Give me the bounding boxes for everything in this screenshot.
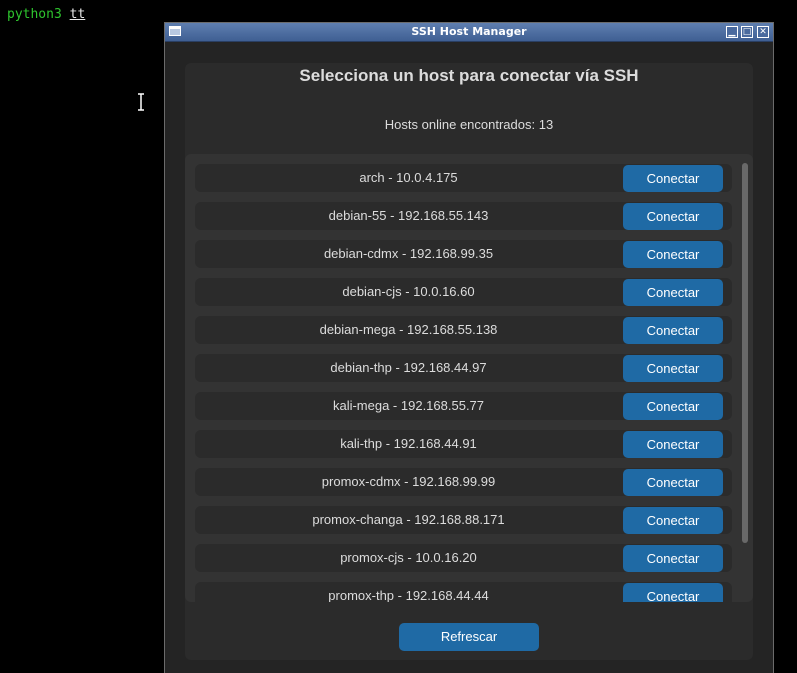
hosts-count-label: Hosts online encontrados: 13	[384, 117, 554, 132]
connect-button[interactable]: Conectar	[623, 279, 723, 306]
host-label: debian-cjs - 10.0.16.60	[342, 284, 475, 299]
host-label: debian-55 - 192.168.55.143	[328, 208, 489, 223]
connect-button[interactable]: Conectar	[623, 431, 723, 458]
host-label: kali-mega - 192.168.55.77	[332, 398, 485, 413]
host-list-scroll-area[interactable]: arch - 10.0.4.175 Conectar debian-55 - 1…	[185, 154, 753, 602]
main-frame: Selecciona un host para conectar vía SSH…	[185, 63, 753, 660]
host-row: debian-55 - 192.168.55.143 Conectar	[195, 202, 732, 230]
refresh-button[interactable]: Refrescar	[399, 623, 539, 651]
ssh-host-manager-window: SSH Host Manager ▁ □ ✕ Selecciona un hos…	[164, 22, 774, 673]
host-label: promox-cdmx - 192.168.99.99	[321, 474, 496, 489]
connect-button[interactable]: Conectar	[623, 469, 723, 496]
host-label: debian-cdmx - 192.168.99.35	[323, 246, 494, 261]
connect-button[interactable]: Conectar	[623, 165, 723, 192]
host-row: debian-thp - 192.168.44.97 Conectar	[195, 354, 732, 382]
host-label: kali-thp - 192.168.44.91	[340, 436, 477, 451]
connect-button[interactable]: Conectar	[623, 393, 723, 420]
host-row: promox-cjs - 10.0.16.20 Conectar	[195, 544, 732, 572]
window-title: SSH Host Manager	[411, 25, 527, 38]
close-button[interactable]: ✕	[757, 26, 769, 38]
host-label: debian-thp - 192.168.44.97	[330, 360, 487, 375]
minimize-button[interactable]: ▁	[726, 26, 738, 38]
terminal-command-line: python3 tt	[7, 7, 85, 22]
text-cursor-icon	[138, 93, 144, 111]
connect-button[interactable]: Conectar	[623, 317, 723, 344]
terminal-argument: tt	[69, 7, 86, 22]
connect-button[interactable]: Conectar	[623, 241, 723, 268]
connect-button[interactable]: Conectar	[623, 507, 723, 534]
terminal-command: python3	[7, 7, 62, 22]
connect-button[interactable]: Conectar	[623, 583, 723, 602]
connect-button[interactable]: Conectar	[623, 355, 723, 382]
host-row: debian-cjs - 10.0.16.60 Conectar	[195, 278, 732, 306]
host-row: promox-changa - 192.168.88.171 Conectar	[195, 506, 732, 534]
host-label: promox-cjs - 10.0.16.20	[340, 550, 477, 565]
host-row: promox-cdmx - 192.168.99.99 Conectar	[195, 468, 732, 496]
host-list-scrollbar[interactable]	[742, 163, 748, 543]
connect-button[interactable]: Conectar	[623, 545, 723, 572]
host-label: debian-mega - 192.168.55.138	[319, 322, 498, 337]
host-label: promox-changa - 192.168.88.171	[312, 512, 505, 527]
host-row: arch - 10.0.4.175 Conectar	[195, 164, 732, 192]
host-row: kali-mega - 192.168.55.77 Conectar	[195, 392, 732, 420]
host-label: arch - 10.0.4.175	[359, 170, 458, 185]
maximize-button[interactable]: □	[741, 26, 753, 38]
window-titlebar[interactable]: SSH Host Manager ▁ □ ✕	[165, 23, 773, 42]
host-row: debian-cdmx - 192.168.99.35 Conectar	[195, 240, 732, 268]
host-row: kali-thp - 192.168.44.91 Conectar	[195, 430, 732, 458]
page-title: Selecciona un host para conectar vía SSH	[299, 66, 639, 85]
host-row: promox-thp - 192.168.44.44 Conectar	[195, 582, 732, 602]
host-row: debian-mega - 192.168.55.138 Conectar	[195, 316, 732, 344]
host-label: promox-thp - 192.168.44.44	[328, 588, 489, 602]
connect-button[interactable]: Conectar	[623, 203, 723, 230]
